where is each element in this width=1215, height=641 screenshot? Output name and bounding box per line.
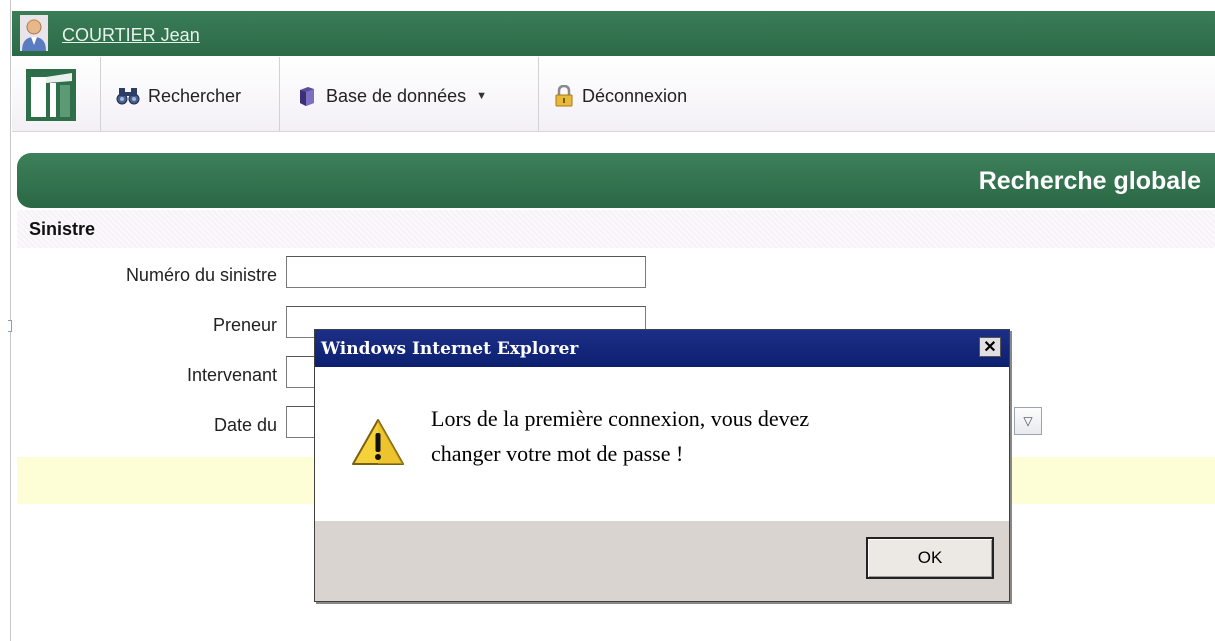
dialog-message-line: changer votre mot de passe ! (431, 441, 684, 466)
search-button[interactable]: Rechercher (116, 85, 241, 107)
logout-button[interactable]: Déconnexion (554, 85, 687, 107)
user-avatar-icon (20, 15, 48, 51)
dialog-titlebar[interactable]: Windows Internet Explorer ✕ (315, 330, 1009, 367)
dialog-title: Windows Internet Explorer (321, 339, 579, 359)
alert-dialog: Windows Internet Explorer ✕ Lors de la p… (314, 329, 1010, 602)
chevron-down-icon: ▼ (476, 90, 488, 102)
search-button-label: Rechercher (148, 85, 242, 106)
page-side-handle (8, 320, 12, 332)
date-from-label: Date du (213, 415, 277, 435)
database-menu-button[interactable]: Base de données ▼ (296, 85, 487, 107)
date-dropdown-button[interactable]: ▽ (1014, 407, 1042, 435)
dialog-footer: OK (315, 521, 1009, 601)
toolbar-separator (279, 57, 280, 131)
lock-icon (555, 85, 573, 107)
warning-icon (352, 419, 404, 465)
claim-number-label: Numéro du sinistre (125, 265, 277, 285)
dialog-body: Lors de la première connexion, vous deve… (315, 367, 1009, 521)
database-menu-label: Base de données (326, 85, 467, 106)
logout-label: Déconnexion (582, 85, 688, 106)
user-name-link[interactable]: COURTIER Jean (62, 25, 200, 46)
chevron-down-icon: ▽ (1023, 414, 1033, 428)
main-toolbar: Rechercher Base de données ▼ Déconnexion (12, 57, 1215, 132)
dialog-message: Lors de la première connexion, vous deve… (431, 401, 951, 471)
dialog-close-button[interactable]: ✕ (979, 337, 1001, 357)
claim-number-input[interactable] (286, 256, 646, 288)
user-bar: COURTIER Jean (12, 11, 1215, 56)
company-logo (26, 69, 76, 121)
ok-button[interactable]: OK (866, 537, 994, 579)
party-label: Intervenant (186, 365, 277, 385)
database-icon (300, 87, 314, 106)
binoculars-icon (116, 88, 140, 105)
section-header: Recherche globale (17, 153, 1215, 208)
dialog-message-line: Lors de la première connexion, vous deve… (431, 406, 810, 431)
policyholder-label: Preneur (212, 315, 277, 335)
page-title: Recherche globale (978, 167, 1201, 195)
toolbar-separator (538, 57, 539, 131)
subsection-band: Sinistre (17, 210, 1215, 248)
subsection-title: Sinistre (29, 219, 96, 239)
toolbar-separator (100, 57, 101, 131)
